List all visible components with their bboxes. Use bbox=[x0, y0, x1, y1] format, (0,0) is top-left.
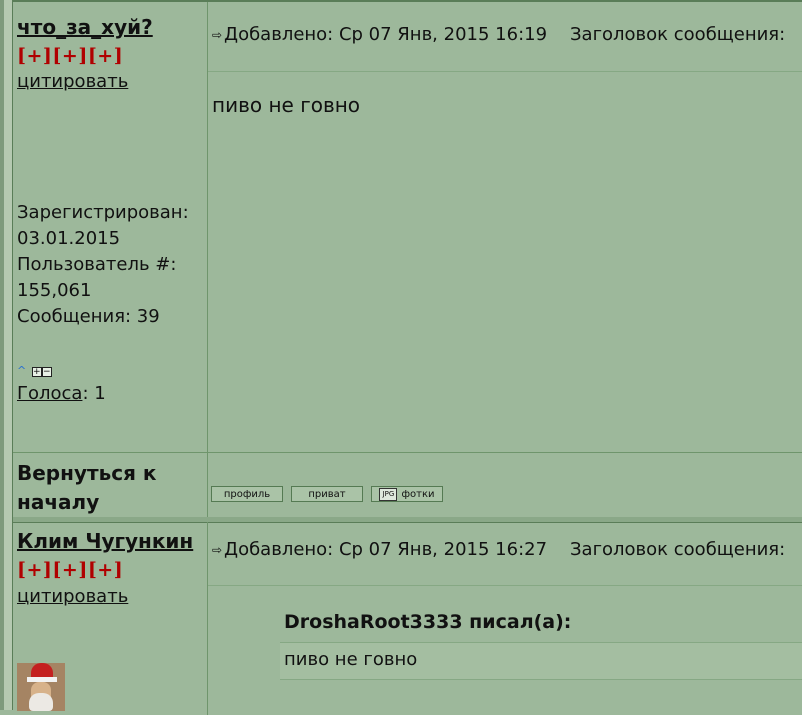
karma-plus-links: [+][+][+] bbox=[17, 559, 123, 581]
votes: Голоса: 1 bbox=[17, 383, 106, 404]
post-link-icon[interactable]: ⇨ bbox=[212, 28, 222, 42]
post-body-column: ⇨ Добавлено: Ср 07 Янв, 2015 16:27 Загол… bbox=[208, 522, 802, 715]
quote-author: DroshaRoot3333 писал(а): bbox=[284, 611, 572, 633]
photo-icon: JPG bbox=[379, 487, 398, 501]
karma-plus-2[interactable]: [+] bbox=[52, 45, 87, 67]
forum-post: Клим Чугункин [+][+][+] цитировать ⇨ Доб… bbox=[13, 517, 802, 715]
post-date: Добавлено: Ср 07 Янв, 2015 16:19 bbox=[224, 24, 548, 45]
vote-controls: ^ + − bbox=[17, 364, 52, 377]
registered-date: 03.01.2015 bbox=[17, 228, 121, 249]
post-header: ⇨ Добавлено: Ср 07 Янв, 2015 16:19 Загол… bbox=[208, 2, 802, 72]
user-number: 155,061 bbox=[17, 280, 92, 301]
post-author-column: Клим Чугункин [+][+][+] цитировать bbox=[13, 522, 208, 715]
post-header: ⇨ Добавлено: Ср 07 Янв, 2015 16:27 Загол… bbox=[208, 522, 802, 586]
post-body-column: ⇨ Добавлено: Ср 07 Янв, 2015 16:19 Загол… bbox=[208, 2, 802, 518]
vote-minus-icon[interactable]: − bbox=[41, 367, 52, 377]
photos-button-label: фотки bbox=[401, 489, 435, 500]
quote-text: пиво не говно bbox=[284, 649, 418, 670]
private-message-button[interactable]: приват bbox=[291, 486, 363, 502]
photos-button[interactable]: JPG фотки bbox=[371, 486, 443, 502]
profile-button[interactable]: профиль bbox=[211, 486, 283, 502]
karma-plus-3[interactable]: [+] bbox=[88, 45, 123, 67]
post-link-icon[interactable]: ⇨ bbox=[212, 543, 222, 557]
message-count: Сообщения: 39 bbox=[17, 306, 160, 327]
registered-label: Зарегистрирован: bbox=[17, 202, 189, 223]
vote-up-icon[interactable]: ^ bbox=[17, 364, 26, 377]
forum-post: что_за_хуй? [+][+][+] цитировать Зарегис… bbox=[13, 0, 802, 518]
karma-plus-3[interactable]: [+] bbox=[88, 559, 123, 581]
author-username[interactable]: что_за_хуй? bbox=[17, 15, 153, 39]
quote-link[interactable]: цитировать bbox=[17, 71, 128, 92]
votes-count: : 1 bbox=[82, 383, 106, 404]
karma-plus-1[interactable]: [+] bbox=[17, 559, 52, 581]
post-date: Добавлено: Ср 07 Янв, 2015 16:27 bbox=[224, 539, 548, 560]
author-username[interactable]: Клим Чугункин bbox=[17, 529, 193, 553]
avatar bbox=[17, 663, 65, 711]
left-frame-border bbox=[0, 0, 13, 710]
post-author-column: что_за_хуй? [+][+][+] цитировать Зарегис… bbox=[13, 2, 208, 518]
karma-plus-2[interactable]: [+] bbox=[52, 559, 87, 581]
quote-link[interactable]: цитировать bbox=[17, 586, 128, 607]
post-subject-label: Заголовок сообщения: bbox=[570, 539, 786, 560]
user-number-label: Пользователь #: bbox=[17, 254, 177, 275]
back-to-top-link[interactable]: Вернуться к началу bbox=[17, 459, 197, 517]
votes-link[interactable]: Голоса bbox=[17, 383, 82, 404]
vote-plus-icon[interactable]: + bbox=[31, 367, 42, 377]
karma-plus-links: [+][+][+] bbox=[17, 45, 123, 67]
post-message: пиво не говно bbox=[212, 93, 361, 117]
post-subject-label: Заголовок сообщения: bbox=[570, 24, 786, 45]
karma-plus-1[interactable]: [+] bbox=[17, 45, 52, 67]
author-info: Зарегистрирован: 03.01.2015 Пользователь… bbox=[17, 200, 189, 330]
